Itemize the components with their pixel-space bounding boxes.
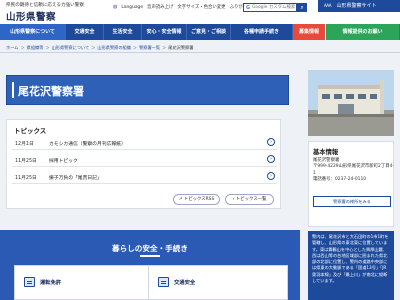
search-button[interactable]: ⌕ xyxy=(297,3,307,12)
topic-date: 12月1日 xyxy=(15,142,34,147)
nav-item-about[interactable]: 山形県警察について xyxy=(0,24,66,40)
heading-underline xyxy=(140,255,160,257)
topics-heading: トピックス xyxy=(14,127,47,135)
nav-item-safety-info[interactable]: 安心・安全情報 xyxy=(142,24,187,40)
text-size-link[interactable]: 文字サイズ・色合い変更 xyxy=(177,4,225,10)
station-description: 警内は、尾花沢市と大石田町の1市1町を管轄し、山形県の東北東に位置しています。東… xyxy=(308,231,394,300)
topics-rss-label: トピックスRSS xyxy=(183,197,215,202)
station-phone: 電話番号：0237-24-0110 xyxy=(313,177,367,183)
chevron-right-icon: › xyxy=(232,197,235,202)
station-address: 〒999-4229山形県尾花沢市新町2丁目4-1 xyxy=(313,164,394,176)
chevron-right-icon: › xyxy=(267,138,275,146)
topic-date: 11月25日 xyxy=(15,159,37,164)
main-nav: 山形県警察について 交通安全 生活安全 安心・安全情報 ご意見・ご相談 各種申請… xyxy=(0,24,400,40)
breadcrumb-current: 尾花沢警察署 xyxy=(168,45,194,50)
audio-link[interactable]: 音声読み上げ xyxy=(147,4,173,10)
police-site-link[interactable]: AAA 山形県警察サイト xyxy=(318,0,400,12)
topics-list-button[interactable]: › トピックス一覧 xyxy=(225,194,274,205)
license-icon xyxy=(24,277,35,287)
title-accent-bar xyxy=(12,82,14,98)
nav-item-life-safety[interactable]: 生活安全 xyxy=(104,24,142,40)
chevron-right-icon: › xyxy=(267,172,275,180)
station-photo xyxy=(308,70,394,136)
police-site-label: 山形県警察サイト xyxy=(336,3,377,9)
topic-text[interactable]: 採用トピック xyxy=(49,157,78,164)
site-header: 県民の期待と信頼に応える力強い警察 山形県警察 ◍ Language 音声読み上… xyxy=(0,0,400,24)
service-card-license[interactable]: 運転免許 xyxy=(14,265,154,300)
nav-item-traffic[interactable]: 交通安全 xyxy=(66,24,104,40)
topic-text[interactable]: カモシカ通信（警察の月刊広報紙） xyxy=(49,140,126,147)
nav-item-info-request[interactable]: 情報提供のお願い xyxy=(326,24,400,40)
breadcrumb-police[interactable]: 山形県警察について xyxy=(52,45,90,51)
service-card-traffic[interactable]: 交通安全 xyxy=(148,265,288,300)
topic-item[interactable]: 12月1日 カモシカ通信（警察の月刊広報紙） › xyxy=(12,136,277,150)
nav-item-recruitment[interactable]: 募集情報 xyxy=(293,24,326,40)
rss-icon: ↗ xyxy=(178,197,183,202)
police-site-mark: AAA xyxy=(324,3,331,8)
station-location-button[interactable]: 警察署の様所をみる xyxy=(313,196,391,207)
page-title-box: 尾花沢警察署 xyxy=(6,75,289,105)
chevron-right-icon: › xyxy=(267,155,275,163)
breadcrumb-divider xyxy=(0,52,400,53)
topics-panel: トピックス 12月1日 カモシカ通信（警察の月刊広報紙） › 11月25日 採用… xyxy=(6,119,281,209)
search-input[interactable] xyxy=(252,4,296,11)
site-logo[interactable]: 山形県警察 xyxy=(6,9,56,23)
topic-item[interactable]: 11月25日 採用トピック › xyxy=(12,153,277,167)
basic-info-heading: 基本情報 xyxy=(313,149,339,156)
basic-info-text: 尾花沢警察署 〒999-4229山形県尾花沢市新町2丁目4-1 電話番号：023… xyxy=(313,158,395,184)
nav-item-applications[interactable]: 各種申請手続き xyxy=(231,24,293,40)
traffic-icon xyxy=(158,277,169,287)
search-box: G xyxy=(243,3,297,12)
page-title: 尾花沢警察署 xyxy=(18,85,84,98)
breadcrumb-station-list[interactable]: 警察署一覧 xyxy=(139,45,160,51)
topic-date: 11月25日 xyxy=(15,176,37,181)
breadcrumb-home[interactable]: ホーム xyxy=(6,45,18,51)
search-icon: ⌕ xyxy=(300,4,304,11)
topics-rss-button[interactable]: ↗ トピックスRSS xyxy=(173,194,220,205)
breadcrumb-police-org[interactable]: 山形県警察の組織 xyxy=(97,45,131,51)
safety-heading: 暮らしの安全・手続き xyxy=(112,244,188,253)
topics-list-label: トピックス一覧 xyxy=(235,197,267,202)
google-icon: G xyxy=(246,5,251,11)
topic-text[interactable]: 振子万負の「尾荒日記」 xyxy=(49,174,102,181)
site-tagline: 県民の期待と信頼に応える力強い警察 xyxy=(6,3,84,8)
topic-item[interactable]: 11月25日 振子万負の「尾荒日記」 › xyxy=(12,170,277,184)
card-label: 交通安全 xyxy=(174,280,196,286)
utility-links: ◍ Language 音声読み上げ 文字サイズ・色合い変更 ふりがなON xyxy=(113,4,254,10)
breadcrumb-org[interactable]: 県組織等 xyxy=(27,45,44,51)
nav-item-consultation[interactable]: ご意見・ご相談 xyxy=(187,24,231,40)
breadcrumb: ホーム＞ 県組織等＞ 山形県警察について＞ 山形県警察の組織＞ 警察署一覧＞ 尾… xyxy=(6,45,194,51)
basic-info-panel: 基本情報 尾花沢警察署 〒999-4229山形県尾花沢市新町2丁目4-1 電話番… xyxy=(308,141,394,227)
card-label: 運転免許 xyxy=(40,280,62,286)
globe-icon: ◍ xyxy=(113,4,118,10)
language-link[interactable]: Language xyxy=(121,5,143,10)
